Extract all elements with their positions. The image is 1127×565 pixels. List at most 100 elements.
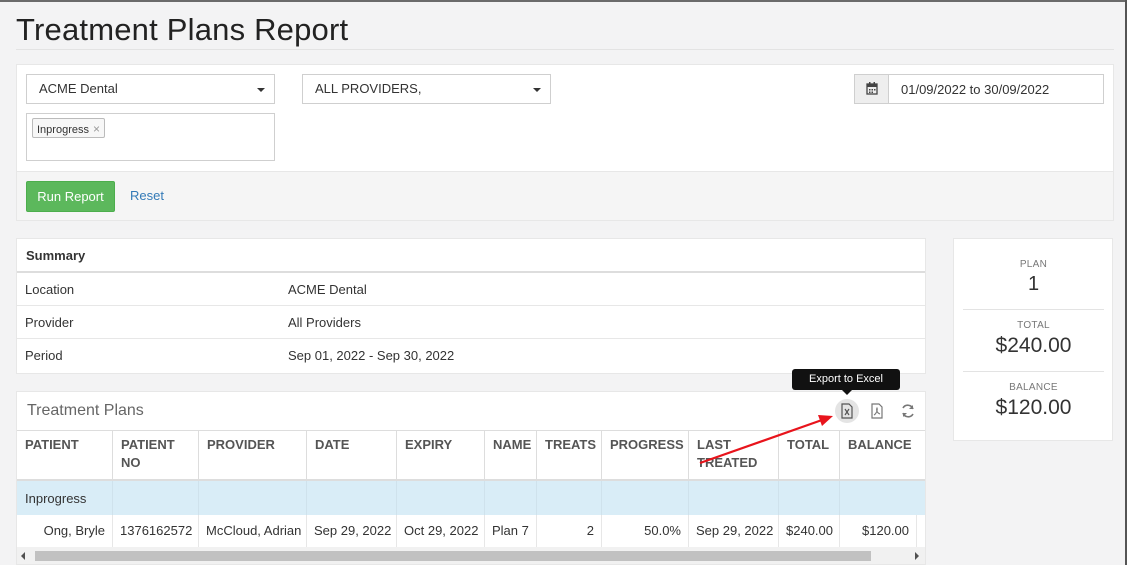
summary-row: Provider All Providers: [17, 306, 925, 339]
provider-select-value: ALL PROVIDERS,: [315, 81, 422, 96]
cell-expiry: Oct 29, 2022: [397, 515, 485, 549]
group-cell: [307, 481, 397, 515]
column-header[interactable]: DATE: [307, 430, 397, 481]
cell-progress: 50.0%: [602, 515, 689, 549]
group-row-inprogress[interactable]: Inprogress: [17, 481, 925, 515]
filter-panel: ACME Dental ALL PROVIDERS, Inprogress × 0…: [16, 64, 1114, 221]
treatment-plans-panel: Treatment Plans PATIENT PATIENT NO PROVID…: [16, 391, 926, 565]
total-stat-value: $240.00: [995, 334, 1072, 357]
pdf-file-icon: [871, 403, 883, 419]
cell-treats: 2: [537, 515, 602, 549]
stat-divider: [963, 309, 1104, 310]
plan-stat: PLAN 1: [963, 259, 1104, 296]
summary-value: Sep 01, 2022 - Sep 30, 2022: [288, 348, 455, 363]
scroll-right-icon[interactable]: [915, 552, 919, 560]
stat-divider: [963, 371, 1104, 372]
group-cell: Inprogress: [17, 481, 113, 515]
status-tag-input[interactable]: Inprogress ×: [26, 113, 275, 161]
column-header-text: PATIENT: [25, 437, 79, 452]
column-header-text: DATE: [315, 437, 350, 452]
cell-total: $240.00: [779, 515, 840, 549]
column-header-text: NAME: [493, 437, 532, 452]
group-cell: [779, 481, 840, 515]
chevron-down-icon: [533, 88, 541, 92]
tag-remove-icon[interactable]: ×: [93, 122, 100, 136]
summary-value: ACME Dental: [288, 282, 367, 297]
total-stat: TOTAL $240.00: [963, 320, 1104, 358]
column-header-text: TOTAL: [787, 437, 830, 452]
export-excel-button[interactable]: [835, 399, 859, 423]
summary-heading: Summary: [17, 239, 925, 273]
chevron-down-icon: [257, 88, 265, 92]
plan-stat-label: PLAN: [1019, 259, 1048, 270]
date-range-picker[interactable]: 01/09/2022 to 30/09/2022: [854, 74, 1104, 104]
scroll-left-icon[interactable]: [21, 552, 25, 560]
group-cell: [113, 481, 199, 515]
cell-date: Sep 29, 2022: [307, 515, 397, 549]
stats-panel: PLAN 1 TOTAL $240.00 BALANCE $120.00: [953, 238, 1113, 441]
column-header-text: PROGRESS: [610, 437, 684, 452]
treatment-plans-title: Treatment Plans: [27, 402, 144, 419]
plan-stat-value: 1: [1027, 273, 1040, 295]
cell-balance: $120.00: [840, 515, 917, 549]
column-header[interactable]: TREATS: [537, 430, 602, 481]
location-select[interactable]: ACME Dental: [26, 74, 275, 104]
column-header[interactable]: BALANCE: [840, 430, 925, 481]
column-header[interactable]: EXPIRY: [397, 430, 485, 481]
scroll-thumb[interactable]: [35, 551, 871, 561]
column-header-text: TREATS: [545, 437, 597, 452]
summary-value: All Providers: [288, 315, 361, 330]
group-cell: [485, 481, 537, 515]
column-header-text: NO: [121, 455, 141, 470]
column-header[interactable]: NAME: [485, 430, 537, 481]
cell-last-treated: Sep 29, 2022: [689, 515, 779, 549]
date-range-value: 01/09/2022 to 30/09/2022: [901, 82, 1050, 97]
total-stat-label: TOTAL: [1017, 320, 1050, 331]
column-header[interactable]: LAST TREATED: [689, 430, 779, 481]
cell-name: Plan 7: [485, 515, 537, 549]
group-cell: [689, 481, 779, 515]
column-header[interactable]: PATIENT: [17, 430, 113, 481]
run-report-button[interactable]: Run Report: [26, 181, 115, 212]
summary-row: Location ACME Dental: [17, 273, 925, 306]
balance-stat-value: $120.00: [995, 396, 1072, 419]
balance-stat: BALANCE $120.00: [963, 382, 1104, 420]
column-header[interactable]: TOTAL: [779, 430, 840, 481]
group-label: Inprogress: [25, 491, 87, 506]
refresh-button[interactable]: [895, 399, 919, 423]
location-select-value: ACME Dental: [39, 81, 118, 96]
column-header-text: PATIENT: [121, 437, 175, 452]
summary-label: Period: [25, 348, 63, 363]
excel-file-icon: [841, 403, 853, 419]
column-header[interactable]: PATIENT NO: [113, 430, 199, 481]
column-header[interactable]: PROVIDER: [199, 430, 307, 481]
window-top-border: [0, 0, 1127, 2]
export-pdf-button[interactable]: [865, 399, 889, 423]
column-header-text: PROVIDER: [207, 437, 275, 452]
group-cell: [537, 481, 602, 515]
column-header[interactable]: PROGRESS: [602, 430, 689, 481]
summary-row: Period Sep 01, 2022 - Sep 30, 2022: [17, 339, 925, 372]
refresh-icon: [902, 404, 914, 418]
cell-patient-no: 1376162572: [113, 515, 199, 549]
status-tag: Inprogress ×: [32, 118, 105, 138]
summary-label: Location: [25, 282, 75, 297]
provider-select[interactable]: ALL PROVIDERS,: [302, 74, 551, 104]
export-excel-tooltip: Export to Excel: [792, 369, 900, 395]
reset-link[interactable]: Reset: [130, 188, 164, 203]
cell-provider: McCloud, Adrian: [199, 515, 307, 549]
horizontal-scrollbar[interactable]: [17, 547, 925, 564]
group-cell: [397, 481, 485, 515]
filter-actions: Run Report Reset: [17, 171, 1113, 220]
balance-stat-label: BALANCE: [1009, 382, 1058, 393]
column-header-text: BALANCE: [848, 437, 912, 452]
summary-panel: Summary Location ACME Dental Provider Al…: [16, 238, 926, 374]
column-header-text: TREATED: [697, 455, 758, 470]
status-tag-label: Inprogress: [37, 124, 89, 136]
title-divider: [16, 49, 1114, 50]
calendar-icon[interactable]: [855, 75, 889, 103]
summary-label: Provider: [25, 315, 74, 330]
group-cell: [199, 481, 307, 515]
cell-patient[interactable]: Ong, Bryle: [17, 515, 113, 549]
page-title: Treatment Plans Report: [16, 12, 349, 47]
